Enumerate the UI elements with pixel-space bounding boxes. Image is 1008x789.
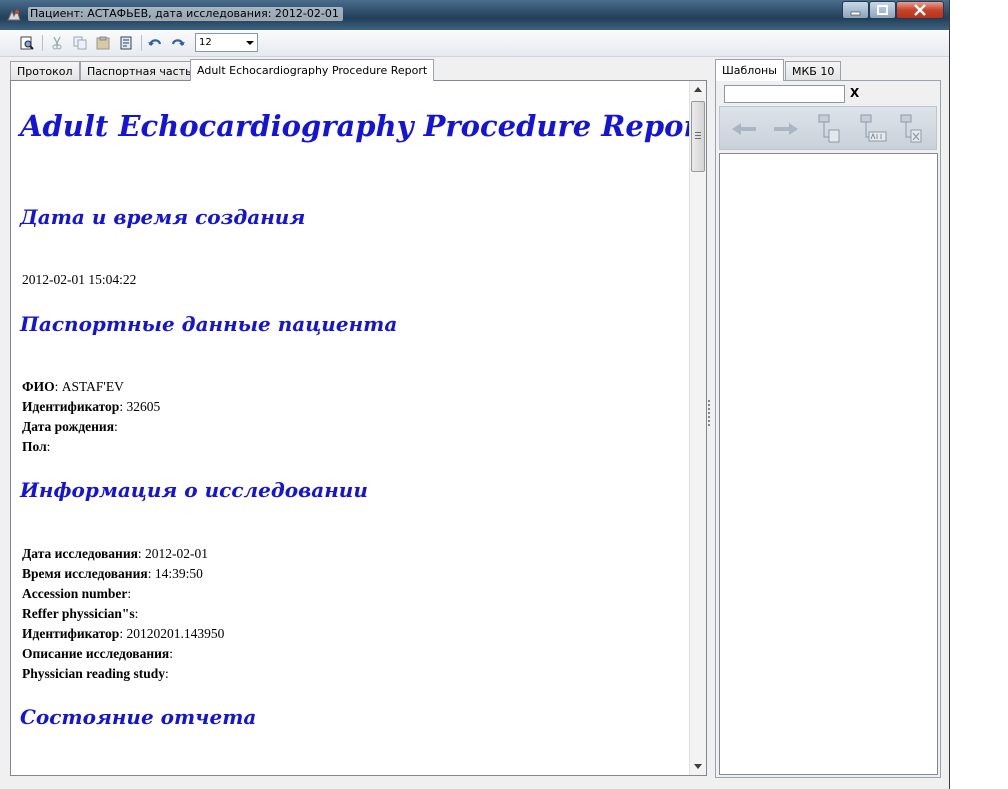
delete-template-icon[interactable] bbox=[898, 113, 930, 145]
tab-icd10[interactable]: МКБ 10 bbox=[785, 61, 842, 80]
toolbar-separator bbox=[42, 35, 43, 51]
tab-protocol[interactable]: Протокол bbox=[10, 61, 80, 80]
field-label: Physsician reading study bbox=[22, 666, 166, 681]
tab-echo-report[interactable]: Adult Echocardiography Procedure Report bbox=[190, 59, 435, 81]
grip-dot bbox=[708, 408, 710, 410]
report-title: Adult Echocardiography Procedure Report bbox=[20, 109, 689, 143]
field-label: Дата исследования bbox=[22, 546, 138, 561]
undo-icon[interactable] bbox=[147, 35, 163, 51]
templates-panel: X bbox=[715, 80, 941, 778]
redo-icon[interactable] bbox=[170, 35, 186, 51]
clear-search-button[interactable]: X bbox=[850, 86, 859, 100]
field-label: ФИО bbox=[22, 379, 55, 394]
grip-dot bbox=[708, 416, 710, 418]
print-preview-icon[interactable] bbox=[19, 35, 35, 51]
field-study-desc: Описание исследования: bbox=[22, 646, 173, 661]
grip-dot bbox=[708, 420, 710, 422]
minimize-button[interactable] bbox=[842, 1, 869, 19]
report-viewer[interactable]: Adult Echocardiography Procedure Report … bbox=[10, 80, 707, 776]
font-size-value: 12 bbox=[199, 37, 212, 48]
app-window: Пациент: АСТАФЬЕВ, дата исследования: 20… bbox=[0, 0, 950, 789]
template-toolbar bbox=[719, 106, 937, 150]
template-search-input[interactable] bbox=[724, 85, 845, 103]
field-label: Идентификатор bbox=[22, 399, 120, 414]
field-value: 2012-02-01 bbox=[145, 546, 209, 561]
field-fio: ФИО: ASTAF'EV bbox=[22, 379, 124, 394]
field-value: ASTAF'EV bbox=[61, 379, 124, 394]
toolbar-separator bbox=[141, 35, 142, 51]
grip-dot bbox=[708, 424, 710, 426]
field-label: Время исследования bbox=[22, 566, 148, 581]
side-tabs: Шаблоны МКБ 10 bbox=[715, 59, 941, 81]
field-reffer: Reffer physsician"s: bbox=[22, 606, 139, 621]
tab-templates[interactable]: Шаблоны bbox=[715, 59, 784, 81]
window-title: Пациент: АСТАФЬЕВ, дата исследования: 20… bbox=[28, 7, 343, 21]
report-document: Adult Echocardiography Procedure Report … bbox=[11, 81, 689, 775]
font-size-select[interactable]: 12 bbox=[195, 33, 258, 52]
minimize-icon bbox=[850, 11, 861, 16]
field-value: 32605 bbox=[126, 399, 161, 414]
field-label: Идентификатор bbox=[22, 626, 120, 641]
field-study-date: Дата исследования: 2012-02-01 bbox=[22, 546, 209, 561]
find-icon[interactable] bbox=[118, 35, 134, 51]
template-list[interactable] bbox=[719, 153, 938, 775]
field-accession: Accession number: bbox=[22, 586, 132, 601]
created-datetime: 2012-02-01 15:04:22 bbox=[22, 272, 137, 287]
section-heading-status: Состояние отчета bbox=[20, 705, 257, 729]
field-label: Accession number bbox=[22, 586, 128, 601]
pane-splitter[interactable] bbox=[708, 400, 711, 430]
forward-arrow-icon[interactable] bbox=[770, 113, 802, 145]
paste-icon[interactable] bbox=[95, 35, 111, 51]
field-label: Reffer physsician"s bbox=[22, 606, 135, 621]
main-toolbar: 12 bbox=[0, 30, 949, 57]
close-button[interactable] bbox=[896, 1, 944, 19]
rename-template-icon[interactable] bbox=[858, 113, 890, 145]
tab-passport[interactable]: Паспортная часть bbox=[80, 61, 199, 80]
add-template-icon[interactable] bbox=[816, 113, 848, 145]
scroll-up-arrow-icon[interactable] bbox=[694, 87, 702, 92]
field-value: 20120201.143950 bbox=[126, 626, 225, 641]
grip-dot bbox=[708, 404, 710, 406]
grip-line bbox=[695, 132, 701, 133]
field-sex: Пол: bbox=[22, 439, 51, 454]
field-label: Пол bbox=[22, 439, 47, 454]
cut-icon[interactable] bbox=[49, 35, 65, 51]
field-reading: Physsician reading study: bbox=[22, 666, 169, 681]
app-icon bbox=[7, 8, 21, 21]
scroll-down-arrow-icon[interactable] bbox=[694, 764, 702, 769]
section-heading-study: Информация о исследовании bbox=[20, 478, 368, 502]
field-patient-id: Идентификатор: 32605 bbox=[22, 399, 161, 414]
field-label: Дата рождения bbox=[22, 419, 115, 434]
field-study-time: Время исследования: 14:39:50 bbox=[22, 566, 203, 581]
vertical-scrollbar[interactable] bbox=[689, 81, 706, 775]
grip-line bbox=[695, 138, 701, 139]
chevron-down-icon bbox=[246, 41, 254, 45]
document-tabs: Протокол Паспортная часть Adult Echocard… bbox=[10, 59, 708, 81]
close-icon bbox=[914, 4, 926, 16]
section-heading-created: Дата и время создания bbox=[20, 205, 306, 229]
maximize-icon bbox=[877, 5, 888, 15]
field-label: Описание исследования bbox=[22, 646, 170, 661]
grip-dot bbox=[708, 412, 710, 414]
grip-dot bbox=[708, 400, 710, 402]
copy-icon[interactable] bbox=[72, 35, 88, 51]
field-value: 14:39:50 bbox=[154, 566, 203, 581]
maximize-button[interactable] bbox=[869, 1, 896, 19]
field-study-id: Идентификатор: 20120201.143950 bbox=[22, 626, 225, 641]
title-bar[interactable]: Пациент: АСТАФЬЕВ, дата исследования: 20… bbox=[0, 0, 949, 30]
section-heading-passport: Паспортные данные пациента bbox=[20, 312, 398, 336]
back-arrow-icon[interactable] bbox=[728, 113, 760, 145]
grip-line bbox=[695, 135, 701, 136]
scroll-thumb[interactable] bbox=[691, 101, 705, 172]
field-birth-date: Дата рождения: bbox=[22, 419, 118, 434]
